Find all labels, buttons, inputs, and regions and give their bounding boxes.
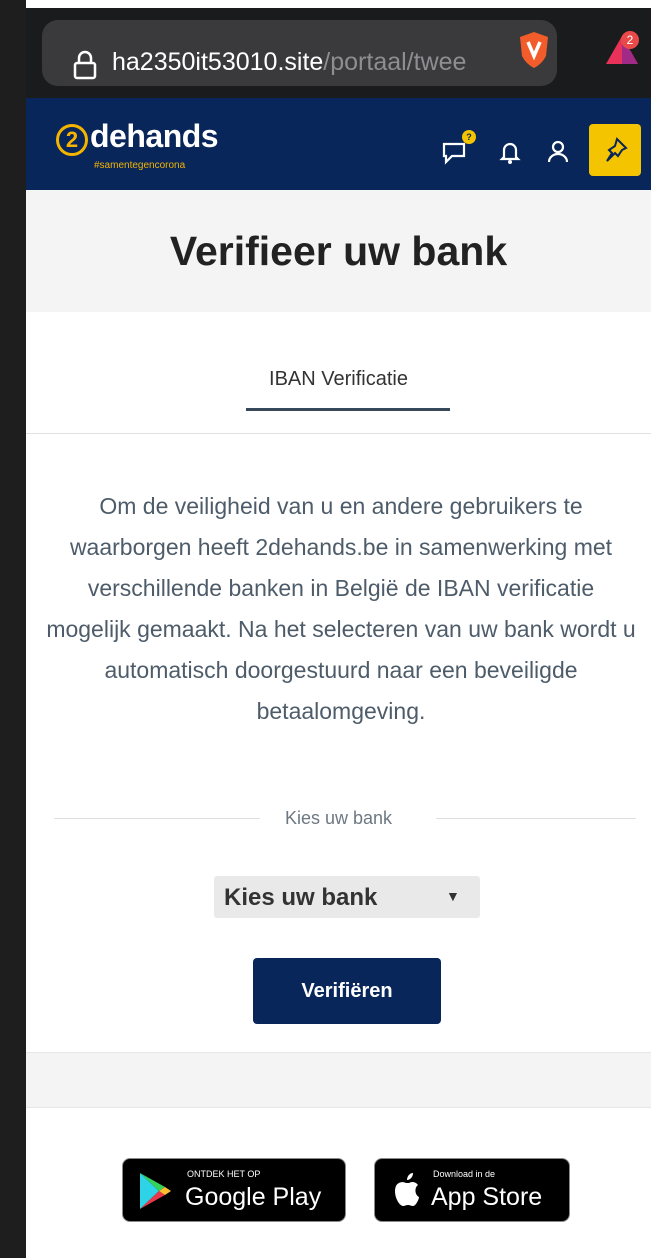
google-play-icon (140, 1173, 171, 1209)
logo-word: dehands (90, 118, 219, 154)
logo-number: 2 (56, 124, 88, 156)
apple-badge-big: App Store (431, 1183, 543, 1211)
user-icon[interactable] (544, 138, 572, 166)
url-path: /portaal/twee (323, 48, 467, 76)
tab-bar: IBAN Verificatie (26, 312, 651, 434)
pin-icon (606, 137, 628, 162)
browser-toolbar: ha2350it53010.site/portaal/twee 2 (26, 8, 651, 98)
app-store-badge[interactable]: Download in de App Store (374, 1158, 570, 1222)
info-paragraph: Om de veiligheid van u en andere gebruik… (46, 493, 636, 724)
apple-icon (395, 1173, 419, 1206)
chat-badge: ? (462, 130, 476, 144)
google-play-badge[interactable]: ONTDEK HET OP Google Play (122, 1158, 346, 1222)
place-ad-button[interactable] (589, 124, 641, 176)
bank-select[interactable]: Kies uw bank ▼ (214, 876, 480, 918)
divider-right (436, 818, 636, 819)
tab-active-indicator (246, 408, 450, 411)
site-header: 2 dehands #samentegencorona ? (26, 98, 651, 190)
rewards-badge: 2 (627, 33, 634, 47)
footer-separator (26, 1052, 651, 1108)
google-badge-big: Google Play (185, 1183, 322, 1211)
url-text: ha2350it53010.site/portaal/twee (112, 48, 466, 77)
google-badge-small: ONTDEK HET OP (187, 1169, 261, 1179)
page-title: Verifieer uw bank (169, 228, 508, 274)
chevron-down-icon: ▼ (446, 888, 460, 904)
bell-icon[interactable] (496, 138, 524, 166)
title-band: Verifieer uw bank (26, 190, 651, 312)
brave-rewards-icon[interactable]: 2 (602, 30, 642, 70)
verify-button[interactable]: Verifiëren (253, 958, 441, 1024)
device-frame (0, 0, 26, 1258)
bank-select-value: Kies uw bank (224, 884, 378, 911)
tab-iban-verification[interactable]: IBAN Verificatie (26, 368, 651, 391)
brave-shield-icon[interactable] (516, 30, 552, 70)
lock-icon (73, 50, 97, 80)
address-bar[interactable]: ha2350it53010.site/portaal/twee (42, 20, 557, 86)
url-host: ha2350it53010.site (112, 48, 324, 76)
logo-tagline: #samentegencorona (94, 160, 186, 171)
apple-badge-small: Download in de (433, 1169, 496, 1179)
phone-screen: ha2350it53010.site/portaal/twee 2 2 deha… (26, 8, 651, 1258)
